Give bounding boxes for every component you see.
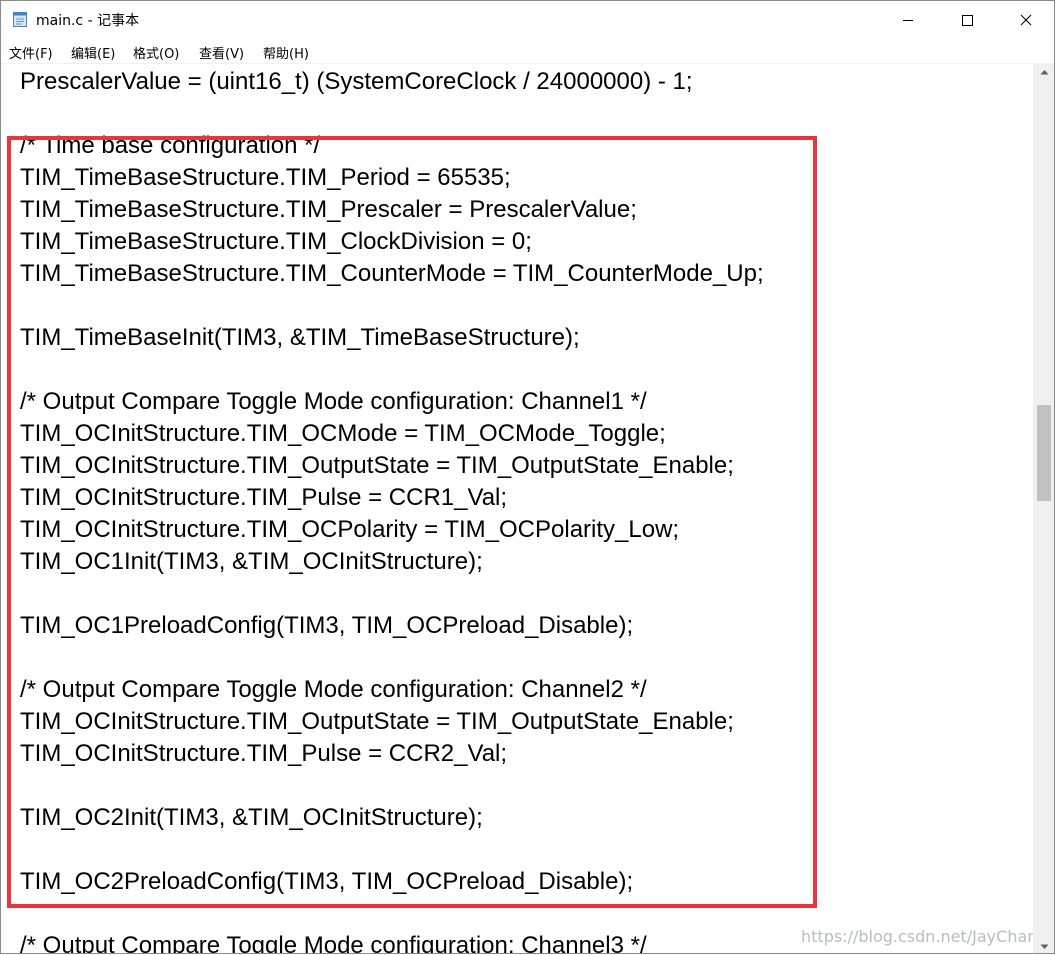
scroll-down-button[interactable] [1033, 938, 1054, 953]
menu-format[interactable]: 格式(O) [133, 43, 179, 62]
menu-bar: 文件(F) 编辑(E) 格式(O) 查看(V) 帮助(H) [1, 38, 1054, 64]
menu-file[interactable]: 文件(F) [9, 43, 53, 62]
scroll-up-button[interactable] [1033, 63, 1054, 80]
text-editor[interactable]: PrescalerValue = (uint16_t) (SystemCoreC… [1, 63, 1033, 954]
maximize-icon [962, 14, 973, 26]
notepad-icon [13, 12, 27, 27]
code-line: PrescalerValue = (uint16_t) (SystemCoreC… [20, 68, 693, 95]
window-title: main.c - 记事本 [36, 13, 140, 29]
highlight-annotation-box [7, 136, 817, 908]
menu-help[interactable]: 帮助(H) [263, 43, 309, 62]
watermark-text: https://blog.csdn.net/JayChanChau [801, 927, 1033, 946]
title-bar[interactable]: main.c - 记事本 [1, 1, 1054, 38]
scroll-up-arrow-icon [1040, 69, 1048, 74]
code-line: /* Output Compare Toggle Mode configurat… [20, 932, 647, 954]
menu-edit[interactable]: 编辑(E) [71, 43, 115, 62]
scrollbar-thumb[interactable] [1037, 405, 1051, 501]
maximize-button[interactable] [944, 1, 990, 38]
close-icon [1020, 14, 1032, 25]
minimize-icon [903, 19, 913, 21]
vertical-scrollbar[interactable] [1033, 63, 1054, 953]
close-button[interactable] [1003, 1, 1049, 38]
menu-view[interactable]: 查看(V) [199, 43, 244, 62]
scroll-down-arrow-icon [1040, 944, 1048, 949]
notepad-window: main.c - 记事本 文件(F) 编辑(E) 格式(O) 查看(V) 帮助(… [0, 0, 1055, 954]
minimize-button[interactable] [885, 1, 931, 38]
